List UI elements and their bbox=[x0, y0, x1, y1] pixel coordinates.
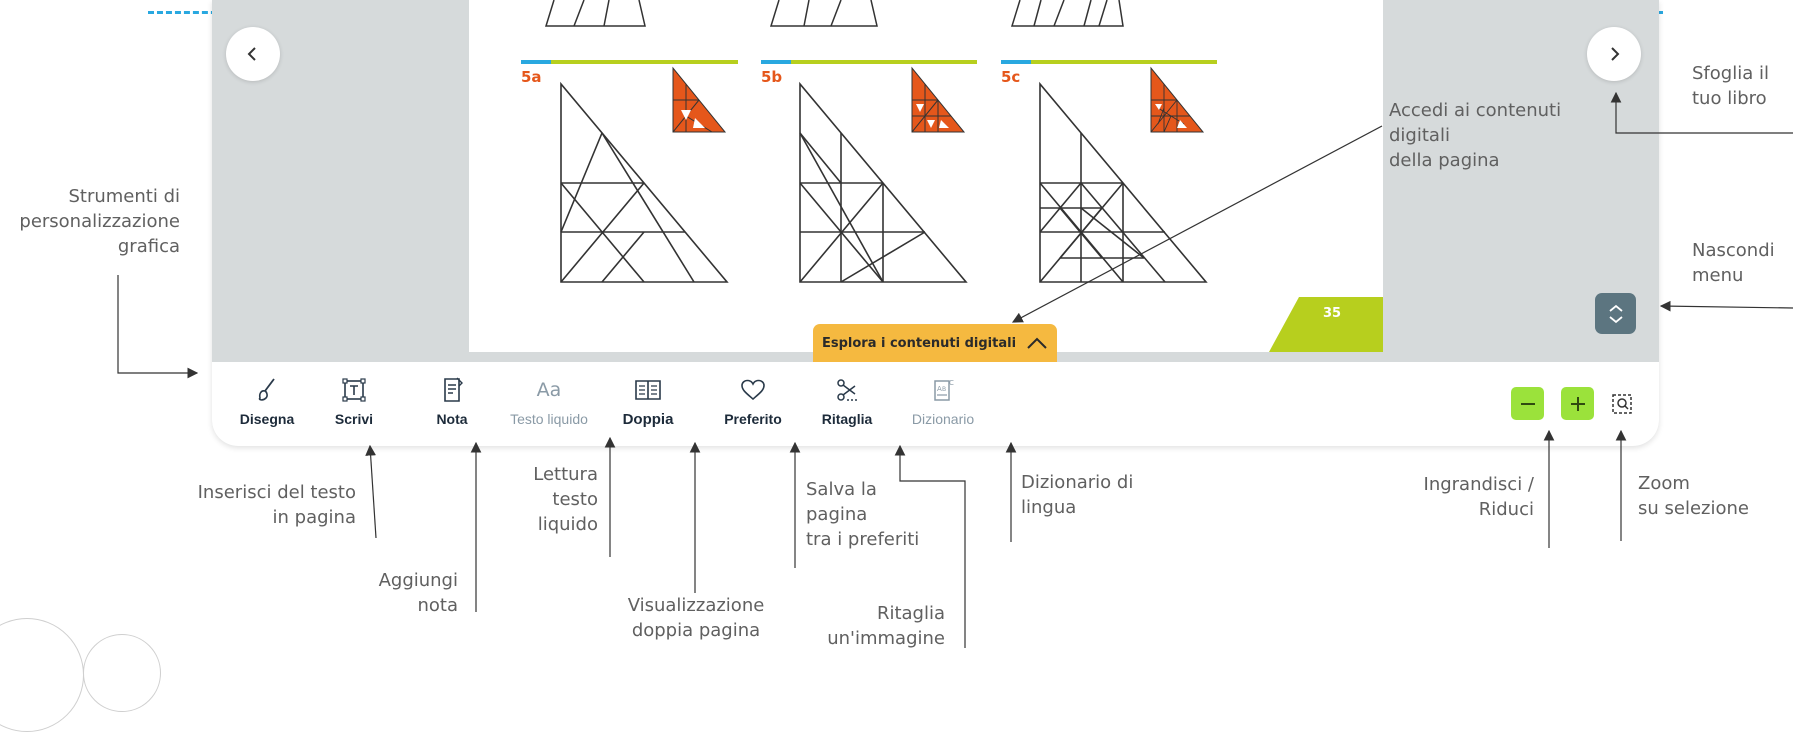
tool-label: Ritaglia bbox=[821, 411, 873, 427]
callout-nascondi: Nascondi menu bbox=[1692, 240, 1775, 286]
callout-ritaglia: Ritaglia un'immagine bbox=[827, 603, 945, 649]
book-page: 5a 5b 5c 35 bbox=[469, 0, 1383, 352]
note-icon bbox=[444, 377, 463, 402]
zoom-selection-icon bbox=[1612, 394, 1632, 414]
next-page-button[interactable] bbox=[1587, 27, 1641, 81]
figure-5b-thumbnail bbox=[911, 66, 966, 133]
dictionary-icon: A BC bbox=[934, 379, 954, 401]
zoom-in-button[interactable] bbox=[1561, 387, 1594, 420]
tool-ritaglia[interactable]: Ritaglia bbox=[792, 375, 902, 427]
svg-text:B: B bbox=[942, 386, 946, 393]
callout-inserisci: Inserisci del testo in pagina bbox=[197, 482, 356, 528]
callout-lettura: Lettura testo liquido bbox=[533, 464, 598, 535]
minus-icon bbox=[1520, 402, 1535, 405]
callout-visualizzazione: Visualizzazione doppia pagina bbox=[627, 595, 765, 641]
plus-icon bbox=[1570, 396, 1585, 411]
book-viewer: 5a 5b 5c 35 Esplora i contenuti digitali… bbox=[212, 0, 1659, 446]
figure-5a-thumbnail bbox=[672, 66, 727, 133]
decorative-circle bbox=[83, 634, 161, 712]
tool-dizionario[interactable]: ABC Dizionario bbox=[888, 375, 998, 427]
figure-label-5b: 5b bbox=[761, 68, 782, 86]
callout-dizionario: Dizionario di lingua bbox=[1021, 472, 1134, 518]
callout-ingrandisci: Ingrandisci / Riduci bbox=[1423, 474, 1534, 520]
tool-testo-liquido[interactable]: Aa Testo liquido bbox=[494, 375, 604, 427]
decorative-circle bbox=[0, 618, 84, 732]
geometry-figures: 5a 5b 5c 35 bbox=[521, 0, 1383, 352]
open-book-icon bbox=[635, 380, 661, 400]
page-number: 35 bbox=[1323, 306, 1341, 321]
tool-scrivi[interactable]: Scrivi bbox=[299, 375, 409, 427]
hide-menu-button[interactable] bbox=[1595, 293, 1636, 334]
chevron-up-down-icon bbox=[1608, 304, 1623, 323]
callout-zoom: Zoom su selezione bbox=[1638, 473, 1749, 519]
tool-label: Doppia bbox=[622, 411, 674, 428]
tool-label: Nota bbox=[436, 411, 468, 427]
heart-icon bbox=[741, 379, 765, 401]
callout-aggiungi: Aggiungi nota bbox=[378, 570, 458, 616]
tool-label: Testo liquido bbox=[510, 411, 588, 427]
bottom-toolbar: Disegna Scrivi Nota Aa Testo liquido Dop… bbox=[212, 362, 1659, 446]
figure-5c-thumbnail bbox=[1150, 66, 1205, 133]
callout-sfoglia: Sfoglia il tuo libro bbox=[1692, 63, 1769, 109]
chevron-left-icon bbox=[247, 47, 256, 61]
explore-label: Esplora i contenuti digitali bbox=[821, 335, 1017, 351]
font-aa-icon: Aa bbox=[536, 379, 562, 401]
zoom-selection-button[interactable] bbox=[1608, 390, 1636, 418]
figure-label-5c: 5c bbox=[1001, 68, 1020, 86]
chevron-right-icon bbox=[1611, 47, 1620, 61]
explore-digital-content-button[interactable]: Esplora i contenuti digitali bbox=[813, 324, 1057, 362]
zoom-out-button[interactable] bbox=[1511, 387, 1544, 420]
callout-accedi: Accedi ai contenuti digitali della pagin… bbox=[1389, 100, 1562, 171]
tool-label: Scrivi bbox=[334, 411, 374, 427]
brush-icon bbox=[258, 378, 275, 401]
prev-page-button[interactable] bbox=[226, 27, 280, 81]
svg-text:C: C bbox=[949, 379, 954, 387]
chevron-up-icon bbox=[1027, 337, 1047, 349]
callout-salva: Salva la pagina tra i preferiti bbox=[806, 479, 920, 550]
tool-nota[interactable]: Nota bbox=[397, 375, 507, 427]
figure-label-5a: 5a bbox=[521, 68, 542, 86]
tool-doppia[interactable]: Doppia bbox=[593, 375, 703, 428]
callout-strumenti: Strumenti di personalizzazione grafica bbox=[19, 186, 180, 257]
scissors-icon bbox=[837, 379, 859, 401]
tool-label: Dizionario bbox=[911, 411, 975, 427]
text-frame-icon bbox=[342, 378, 366, 402]
